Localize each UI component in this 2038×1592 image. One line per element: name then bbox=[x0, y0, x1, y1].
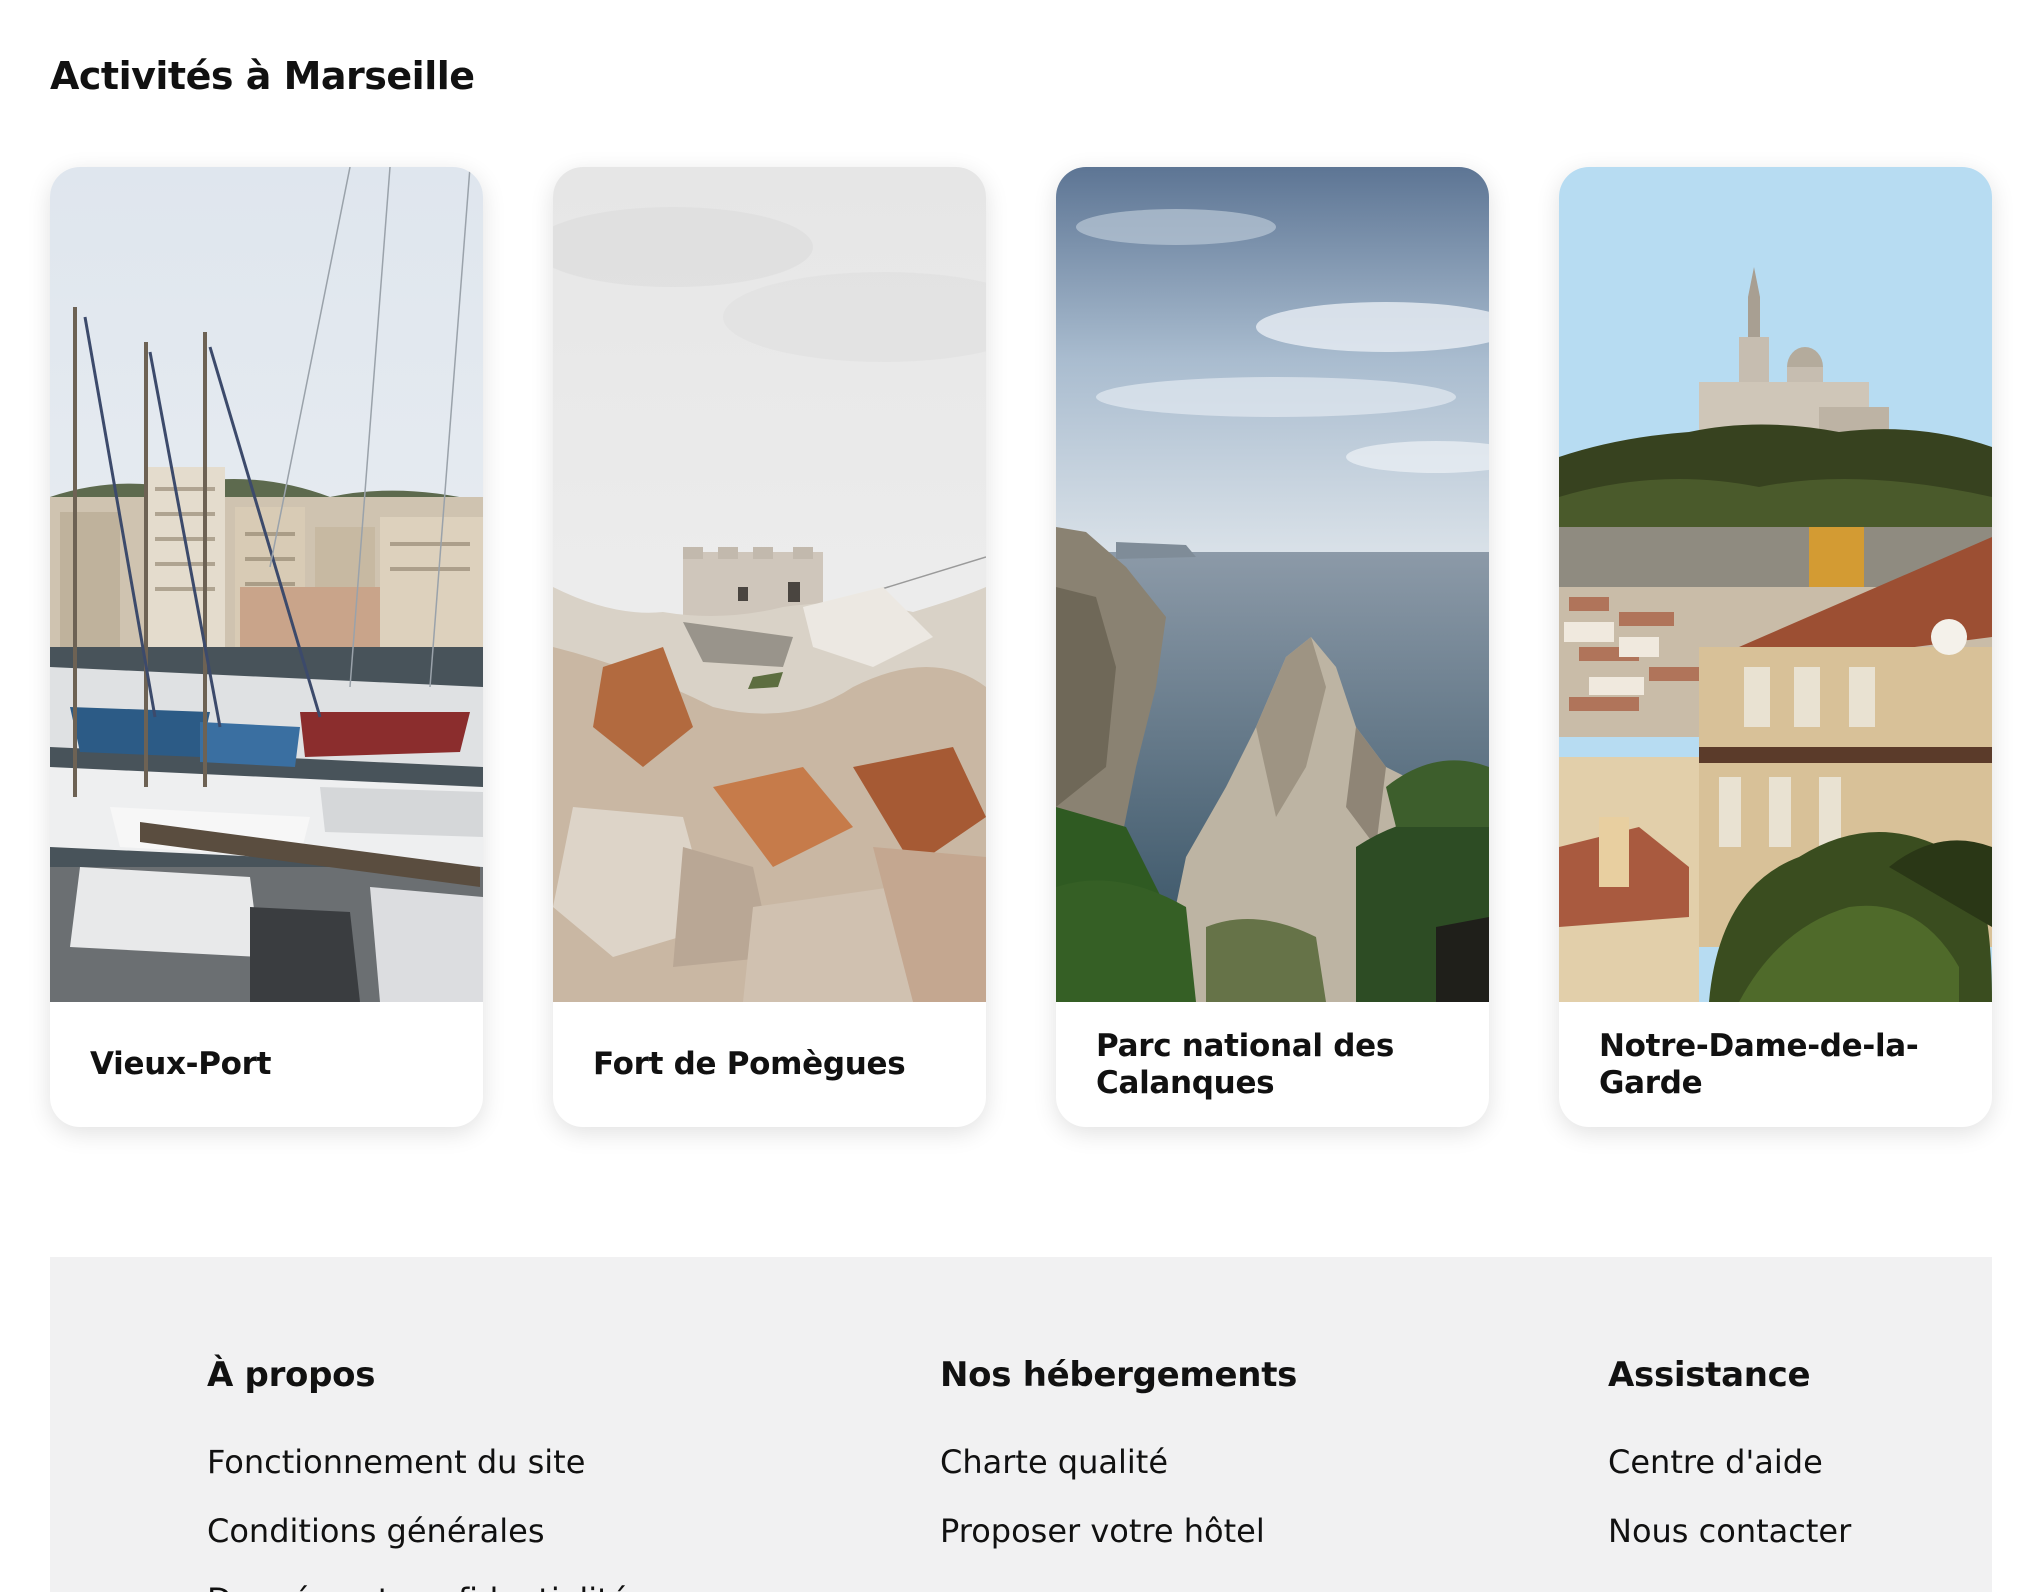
card-caption: Parc national des Calanques bbox=[1056, 1002, 1489, 1127]
card-title: Notre-Dame-de-la-Garde bbox=[1599, 1027, 1919, 1101]
activity-card-vieux-port[interactable]: Vieux-Port bbox=[50, 167, 483, 1127]
card-photo-fort-de-pomegues bbox=[553, 167, 986, 1002]
card-title: Parc national des Calanques bbox=[1096, 1027, 1394, 1101]
footer-link-contact[interactable]: Nous contacter bbox=[1608, 1512, 1851, 1550]
page: Activités à Marseille Vieux-Port Fort de… bbox=[0, 0, 2038, 1592]
card-title: Fort de Pomègues bbox=[593, 1046, 906, 1082]
card-caption: Notre-Dame-de-la-Garde bbox=[1559, 1002, 1992, 1127]
card-caption: Fort de Pomègues bbox=[553, 1002, 986, 1127]
footer-link-terms[interactable]: Conditions générales bbox=[207, 1512, 545, 1550]
card-photo-vieux-port bbox=[50, 167, 483, 1002]
activity-card-fort-de-pomegues[interactable]: Fort de Pomègues bbox=[553, 167, 986, 1127]
activity-cards: Vieux-Port Fort de Pomègues Parc nationa… bbox=[50, 167, 1992, 1127]
activity-card-notre-dame-de-la-garde[interactable]: Notre-Dame-de-la-Garde bbox=[1559, 167, 1992, 1127]
activity-card-parc-national-des-calanques[interactable]: Parc national des Calanques bbox=[1056, 167, 1489, 1127]
footer-heading-accommodations: Nos hébergements bbox=[940, 1355, 1298, 1395]
card-photo-notre-dame-de-la-garde bbox=[1559, 167, 1992, 1002]
footer-link-propose-hotel[interactable]: Proposer votre hôtel bbox=[940, 1512, 1265, 1550]
card-caption: Vieux-Port bbox=[50, 1002, 483, 1127]
footer-heading-about: À propos bbox=[207, 1355, 376, 1395]
footer-link-privacy[interactable]: Données et confidentialité bbox=[207, 1581, 629, 1592]
footer-link-how-it-works[interactable]: Fonctionnement du site bbox=[207, 1443, 585, 1481]
footer-link-quality-charter[interactable]: Charte qualité bbox=[940, 1443, 1168, 1481]
card-photo-calanques bbox=[1056, 167, 1489, 1002]
footer: À propos Fonctionnement du site Conditio… bbox=[50, 1257, 1992, 1592]
section-title: Activités à Marseille bbox=[50, 54, 475, 98]
footer-heading-support: Assistance bbox=[1608, 1355, 1811, 1395]
card-title: Vieux-Port bbox=[90, 1046, 272, 1082]
footer-link-help-center[interactable]: Centre d'aide bbox=[1608, 1443, 1823, 1481]
